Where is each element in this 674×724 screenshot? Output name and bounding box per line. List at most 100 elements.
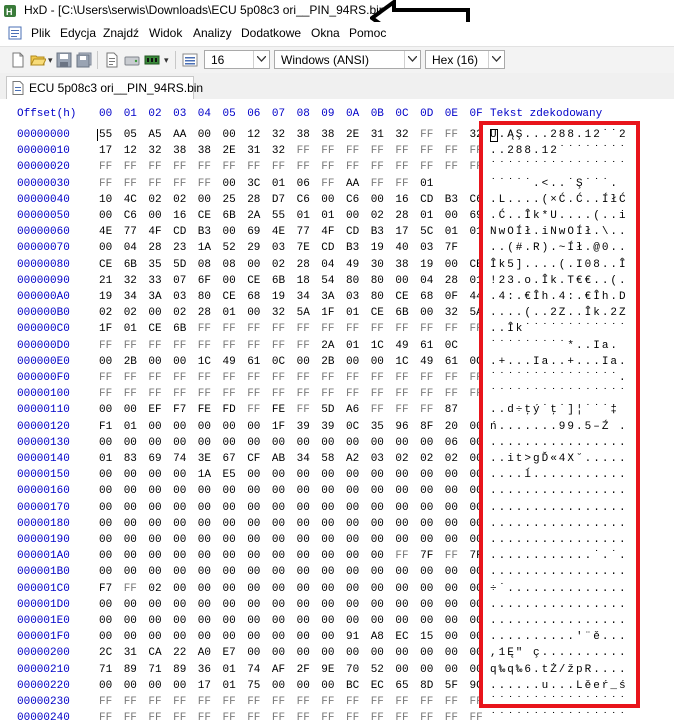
hex-byte[interactable]: 00 [124,485,137,497]
hex-byte[interactable]: 00 [223,502,236,514]
hex-byte[interactable]: FF [247,372,260,384]
hex-byte[interactable]: FE [198,404,211,416]
hex-byte[interactable]: FF [223,712,236,724]
hex-byte[interactable]: FF [346,712,359,724]
hex-byte[interactable]: FF [247,712,260,724]
hex-byte[interactable]: A2 [346,453,359,465]
hex-byte[interactable]: FF [420,161,433,173]
hex-byte[interactable]: FF [321,178,334,190]
chevron-down-icon[interactable] [488,51,504,68]
hex-byte[interactable]: 6B [223,210,236,222]
hex-byte[interactable]: FF [148,712,161,724]
hex-byte[interactable]: 00 [371,647,384,659]
hex-byte[interactable]: 00 [395,437,408,449]
hex-byte[interactable]: 00 [173,421,186,433]
hex-byte[interactable]: 00 [124,518,137,530]
hex-byte[interactable]: FF [321,161,334,173]
hex-byte[interactable]: 00 [272,485,285,497]
hex-byte[interactable]: 1A [198,242,211,254]
hex-byte[interactable]: 00 [223,421,236,433]
hex-byte[interactable]: FF [99,372,112,384]
hex-byte[interactable]: CE [371,307,384,319]
hex-byte[interactable]: 02 [173,194,186,206]
hex-byte[interactable]: 00 [371,566,384,578]
hex-byte[interactable]: 4C [124,194,137,206]
hex-byte[interactable]: 4F [148,226,161,238]
hex-byte[interactable]: 00 [148,680,161,692]
hex-byte[interactable]: 00 [297,566,310,578]
menu-dodatkowe[interactable]: Dodatkowe [241,26,301,40]
hex-byte[interactable]: FF [272,323,285,335]
hex-byte[interactable]: 01 [124,421,137,433]
hex-byte[interactable]: 20 [445,421,458,433]
hex-byte[interactable]: 00 [321,502,334,514]
hex-byte[interactable]: 32 [272,129,285,141]
hex-byte[interactable]: 00 [247,583,260,595]
hex-byte[interactable]: 00 [297,550,310,562]
hex-byte[interactable]: 00 [445,631,458,643]
menu-plik[interactable]: Plik [31,26,50,40]
hex-byte[interactable]: 00 [99,210,112,222]
hex-byte[interactable]: FF [395,404,408,416]
hex-byte[interactable]: FF [272,372,285,384]
hex-byte[interactable]: 00 [321,615,334,627]
hex-byte[interactable]: 00 [445,502,458,514]
hex-byte[interactable]: CE [198,210,211,222]
hex-byte[interactable]: 00 [247,469,260,481]
hex-byte[interactable]: FF [173,388,186,400]
hex-byte[interactable]: 00 [247,615,260,627]
hex-byte[interactable]: 00 [420,615,433,627]
hex-byte[interactable]: FF [420,323,433,335]
hex-byte[interactable]: 0C [346,421,359,433]
hex-byte[interactable]: 68 [247,291,260,303]
hex-byte[interactable]: FF [247,388,260,400]
hex-byte[interactable]: FF [371,145,384,157]
hex-byte[interactable]: E5 [223,469,236,481]
hex-byte[interactable]: 00 [247,421,260,433]
hex-byte[interactable]: 00 [173,356,186,368]
hex-byte[interactable]: 00 [124,469,137,481]
hex-byte[interactable]: 00 [445,518,458,530]
hex-byte[interactable]: 00 [445,647,458,659]
hex-byte[interactable]: 00 [297,437,310,449]
hex-byte[interactable]: 00 [99,485,112,497]
hex-byte[interactable]: 00 [99,550,112,562]
hex-byte[interactable]: 00 [223,275,236,287]
hex-byte[interactable]: 1C [395,356,408,368]
hex-byte[interactable]: 08 [198,259,211,271]
hex-byte[interactable]: 00 [247,566,260,578]
hex-byte[interactable]: 03 [272,242,285,254]
hex-byte[interactable]: FF [445,129,458,141]
hex-byte[interactable]: 69 [148,453,161,465]
hex-byte[interactable]: 00 [420,502,433,514]
hex-byte[interactable]: 00 [99,469,112,481]
hex-byte[interactable]: FF [420,129,433,141]
hex-byte[interactable]: FF [297,145,310,157]
hex-byte[interactable]: 00 [346,566,359,578]
open-disk-icon[interactable] [124,52,140,68]
hex-byte[interactable]: 00 [124,437,137,449]
hex-byte[interactable]: FF [445,161,458,173]
hex-byte[interactable]: 05 [124,129,137,141]
hex-byte[interactable]: 33 [148,275,161,287]
hex-byte[interactable]: 17 [395,226,408,238]
hex-byte[interactable]: 2C [99,647,112,659]
ram-dropdown-icon[interactable]: ▾ [164,55,169,66]
hex-byte[interactable]: 8D [420,680,433,692]
hex-byte[interactable]: 00 [321,566,334,578]
hex-byte[interactable]: 9E [321,664,334,676]
hex-byte[interactable]: FF [198,323,211,335]
hex-byte[interactable]: FF [445,696,458,708]
save-all-icon[interactable] [76,52,92,68]
hex-byte[interactable]: D7 [272,194,285,206]
hex-byte[interactable]: B3 [371,226,384,238]
hex-byte[interactable]: 00 [321,680,334,692]
open-folder-icon[interactable] [30,52,47,68]
hex-byte[interactable]: 00 [223,566,236,578]
hex-byte[interactable]: 4F [321,226,334,238]
hex-byte[interactable]: FF [99,388,112,400]
hex-byte[interactable]: 00 [346,485,359,497]
hex-byte[interactable]: 00 [395,566,408,578]
hex-byte[interactable]: 00 [321,194,334,206]
hex-byte[interactable]: FF [420,712,433,724]
